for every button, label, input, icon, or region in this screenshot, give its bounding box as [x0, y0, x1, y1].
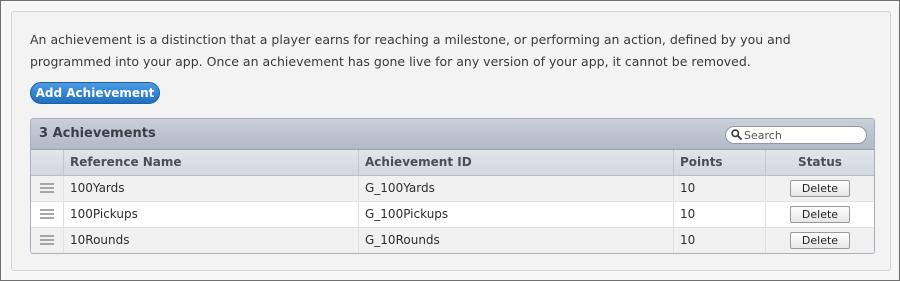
table-row[interactable]: 100Pickups G_100Pickups 10 Delete — [31, 202, 874, 228]
cell-points: 10 — [673, 202, 765, 227]
table-row[interactable]: 100Yards G_100Yards 10 Delete — [31, 176, 874, 202]
cell-achievement-id: G_10Rounds — [358, 228, 673, 253]
search-icon — [731, 129, 742, 140]
drag-handle-icon[interactable] — [40, 183, 54, 194]
delete-button[interactable]: Delete — [790, 180, 850, 197]
cell-points: 10 — [673, 176, 765, 201]
column-header-achievement-id[interactable]: Achievement ID — [358, 150, 673, 175]
cell-reference-name: 100Yards — [63, 176, 358, 201]
column-header-status[interactable]: Status — [765, 150, 874, 175]
column-header-handle — [31, 150, 63, 175]
achievements-panel: An achievement is a distinction that a p… — [11, 11, 891, 271]
intro-text: An achievement is a distinction that a p… — [30, 32, 791, 69]
delete-button[interactable]: Delete — [790, 206, 850, 223]
achievements-table: 3 Achievements Reference Name Achievemen… — [30, 118, 875, 254]
column-header-points[interactable]: Points — [673, 150, 765, 175]
drag-handle-icon[interactable] — [40, 209, 54, 220]
column-headers: Reference Name Achievement ID Points Sta… — [31, 150, 874, 176]
search-box[interactable] — [725, 126, 867, 144]
achievements-count: 3 Achievements — [39, 126, 156, 141]
add-achievement-button[interactable]: Add Achievement — [30, 82, 160, 104]
cell-reference-name: 10Rounds — [63, 228, 358, 253]
table-header-bar: 3 Achievements — [31, 119, 874, 150]
cell-achievement-id: G_100Yards — [358, 176, 673, 201]
cell-points: 10 — [673, 228, 765, 253]
drag-handle-icon[interactable] — [40, 235, 54, 246]
search-input[interactable] — [744, 127, 859, 143]
page-frame: An achievement is a distinction that a p… — [0, 0, 900, 281]
table-row[interactable]: 10Rounds G_10Rounds 10 Delete — [31, 228, 874, 253]
column-header-reference-name[interactable]: Reference Name — [63, 150, 358, 175]
delete-button[interactable]: Delete — [790, 232, 850, 249]
cell-reference-name: 100Pickups — [63, 202, 358, 227]
cell-achievement-id: G_100Pickups — [358, 202, 673, 227]
